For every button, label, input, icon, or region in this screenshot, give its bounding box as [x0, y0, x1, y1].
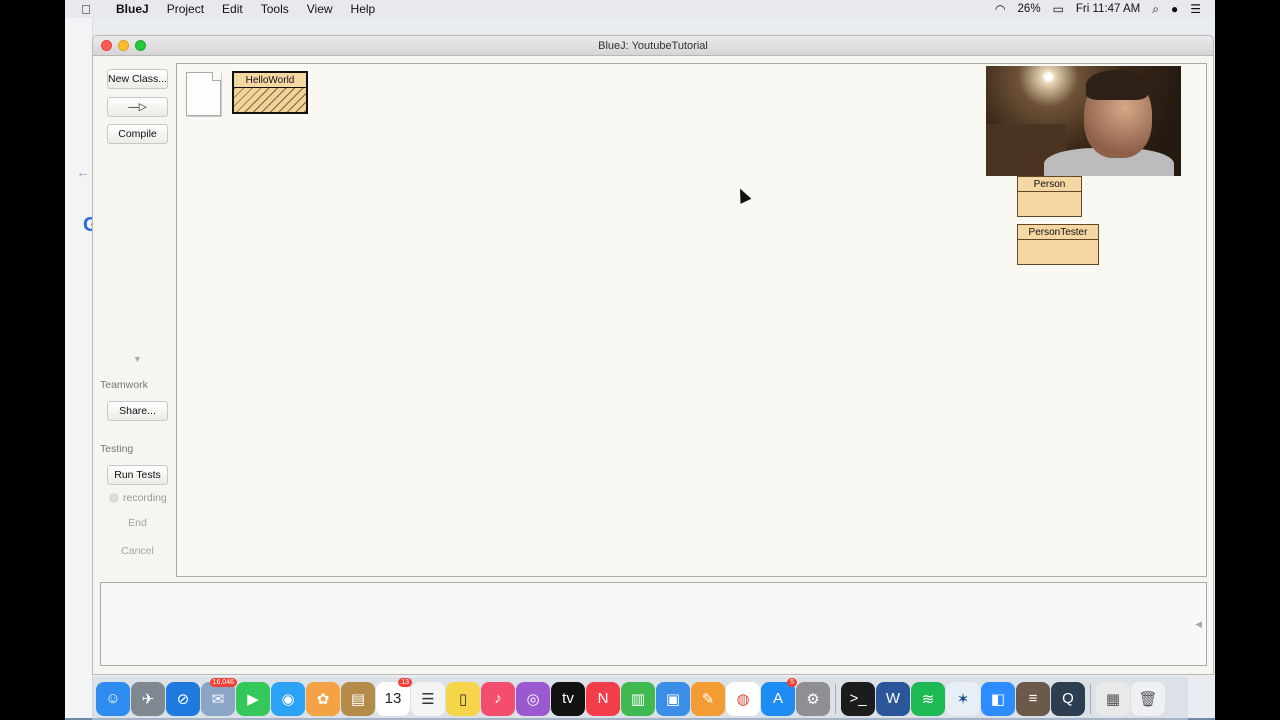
keynote-icon[interactable]: ▣ [656, 681, 690, 716]
menu-project[interactable]: Project [158, 2, 213, 16]
share-button[interactable]: Share... [107, 401, 168, 421]
status-area: ◠ 26% ▭ Fri 11:47 AM ⌕ ● ☰ [995, 2, 1215, 17]
readme-document-icon[interactable] [186, 72, 221, 116]
run-tests-button[interactable]: Run Tests [107, 465, 168, 485]
mail-badge: 16,046 [209, 677, 237, 687]
music-icon[interactable]: ♪ [481, 681, 515, 716]
stickies-icon[interactable]: ▯ [446, 681, 480, 716]
class-diagram-canvas[interactable]: HelloWorld Person PersonTester [176, 63, 1207, 577]
numbers-icon[interactable]: ▥ [621, 681, 655, 716]
class-name: Person [1018, 177, 1081, 192]
word-icon[interactable]: W [876, 681, 910, 716]
terminal-icon[interactable]: >_ [841, 681, 875, 716]
calendar-icon[interactable]: 13 13 [376, 677, 412, 716]
apple-menu-icon[interactable]:  [65, 2, 107, 17]
zoom-window-button[interactable] [135, 40, 146, 51]
class-helloworld[interactable]: HelloWorld [232, 71, 308, 114]
collapse-triangle-icon[interactable]: ▼ [133, 354, 142, 364]
compile-button[interactable]: Compile [107, 124, 168, 144]
message-area: ◀ [100, 582, 1207, 666]
reminders-icon[interactable]: ☰ [411, 681, 445, 716]
menubar:  BlueJ Project Edit Tools View Help ◠ 2… [65, 0, 1215, 18]
desktop: ← G  BlueJ Project Edit Tools View Help… [65, 0, 1215, 720]
dock-separator [1090, 683, 1091, 714]
menu-edit[interactable]: Edit [213, 2, 252, 16]
end-button[interactable]: End [107, 513, 168, 533]
documents-icon[interactable]: ▦ [1096, 681, 1130, 716]
system-preferences-icon[interactable]: ⚙ [796, 681, 830, 716]
background-window-strip [65, 18, 93, 718]
bluej-sidebar: New Class... —▷ Compile ▼ Teamwork Share… [93, 57, 175, 577]
pages-icon[interactable]: ✎ [691, 681, 725, 716]
close-window-button[interactable] [101, 40, 112, 51]
recording-indicator-icon [109, 493, 119, 503]
bluej-icon[interactable]: ✶ [946, 681, 980, 716]
trash-icon[interactable]: 🗑 [1131, 681, 1165, 716]
dock: ☺ ✈ ⊘ ✉ 16,046 ▶ ◉ ✿ ▤ 13 13 ☰ ▯ ♪ ◎ tv N … [92, 677, 1188, 720]
notes-brown-icon[interactable]: ▤ [341, 681, 375, 716]
class-name: PersonTester [1018, 225, 1098, 240]
messages-icon[interactable]: ◉ [271, 681, 305, 716]
mail-icon[interactable]: ✉ 16,046 [201, 677, 237, 716]
wifi-icon[interactable]: ◠ [995, 2, 1005, 16]
menu-app-bluej[interactable]: BlueJ [107, 2, 158, 16]
window-title: BlueJ: YoutubeTutorial [598, 39, 708, 52]
window-titlebar[interactable]: BlueJ: YoutubeTutorial [93, 36, 1213, 56]
expand-triangle-icon[interactable]: ◀ [1195, 619, 1202, 630]
webcam-overlay [986, 66, 1181, 176]
menu-view[interactable]: View [298, 2, 342, 16]
calendar-badge: 13 [398, 677, 412, 687]
zoom-icon[interactable]: ◧ [981, 681, 1015, 716]
siri-icon[interactable]: ● [1171, 2, 1178, 16]
battery-icon[interactable]: ▭ [1053, 2, 1064, 16]
chrome-icon[interactable]: ◍ [726, 681, 760, 716]
tv-icon[interactable]: tv [551, 681, 585, 716]
testing-label: Testing [100, 443, 134, 455]
safari-icon[interactable]: ⊘ [166, 681, 200, 716]
battery-percent[interactable]: 26% [1018, 3, 1041, 15]
back-arrow-icon: ← [76, 164, 90, 180]
appstore-icon[interactable]: A5 [761, 677, 797, 716]
class-persontester[interactable]: PersonTester [1017, 224, 1099, 265]
quicktime-icon[interactable]: Q [1051, 681, 1085, 716]
appstore-badge: 5 [787, 677, 797, 687]
screenflow-icon[interactable]: ≡ [1016, 681, 1050, 716]
traffic-lights [101, 40, 146, 51]
spotlight-search-icon[interactable]: ⌕ [1152, 2, 1159, 17]
finder-icon[interactable]: ☺ [96, 681, 130, 716]
class-name: HelloWorld [234, 73, 306, 88]
teamwork-label: Teamwork [100, 379, 148, 391]
menu-help[interactable]: Help [342, 2, 385, 16]
mouse-cursor-icon [734, 186, 752, 204]
news-icon[interactable]: N [586, 681, 620, 716]
launchpad-icon[interactable]: ✈ [131, 681, 165, 716]
new-arrow-button[interactable]: —▷ [107, 97, 168, 117]
cancel-button[interactable]: Cancel [107, 541, 168, 561]
dock-separator [835, 683, 836, 714]
new-class-button[interactable]: New Class... [107, 69, 168, 89]
bluej-window: BlueJ: YoutubeTutorial New Class... —▷ C… [92, 35, 1214, 675]
recording-label: recording [123, 492, 167, 504]
photos-icon[interactable]: ✿ [306, 681, 340, 716]
menubar-clock[interactable]: Fri 11:47 AM [1076, 3, 1140, 15]
facetime-icon[interactable]: ▶ [236, 681, 270, 716]
spotify-icon[interactable]: ≋ [911, 681, 945, 716]
notification-center-icon[interactable]: ☰ [1190, 2, 1201, 16]
class-person[interactable]: Person [1017, 176, 1082, 217]
podcasts-icon[interactable]: ◎ [516, 681, 550, 716]
minimize-window-button[interactable] [118, 40, 129, 51]
menu-tools[interactable]: Tools [252, 2, 298, 16]
